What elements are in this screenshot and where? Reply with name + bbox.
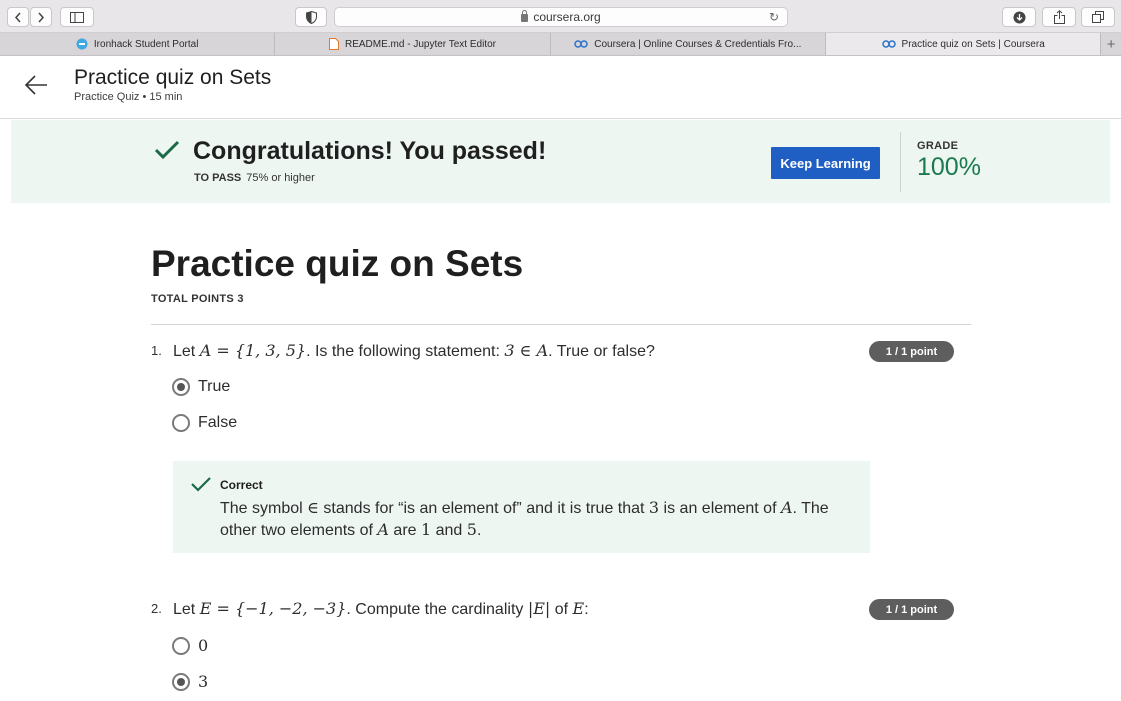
text-fragment: stands for “is an element of” and it is … [318, 500, 649, 517]
radio-selected[interactable] [172, 378, 190, 396]
download-icon [1013, 11, 1025, 23]
tab-practice-quiz[interactable]: Practice quiz on Sets | Coursera [825, 33, 1102, 55]
feedback-title: Correct [220, 478, 263, 492]
pass-banner: Congratulations! You passed! TO PASS 75% … [11, 120, 1110, 203]
text-fragment: Let [173, 343, 200, 360]
math-expression: A [780, 498, 793, 517]
browser-toolbar: coursera.org ↻ [0, 0, 1121, 33]
grade-value: 100% [917, 153, 981, 181]
feedback-text: The symbol ∈ stands for “is an element o… [220, 497, 860, 541]
tabs-icon [1092, 11, 1104, 23]
divider [900, 132, 901, 192]
to-pass-value: 75% or higher [246, 172, 315, 184]
page-title: Practice quiz on Sets [74, 66, 272, 89]
score-badge: 1 / 1 point [869, 341, 954, 362]
math-expression: 5 [466, 520, 477, 539]
back-nav-button[interactable] [7, 7, 29, 27]
ironhack-favicon-icon [76, 38, 88, 50]
arrow-left-icon [24, 75, 47, 95]
text-fragment: is an element of [659, 500, 781, 517]
text-fragment: . [476, 522, 482, 539]
share-icon [1053, 10, 1065, 24]
math-expression: E = {−1, −2, −3} [199, 599, 347, 618]
tab-label: README.md - Jupyter Text Editor [345, 38, 496, 50]
text-fragment: of [550, 601, 573, 618]
pass-message: Congratulations! You passed! [193, 137, 547, 165]
answer-option[interactable]: False [172, 414, 237, 432]
math-expression: A [377, 520, 389, 539]
divider [151, 324, 971, 325]
math-expression: |E| [527, 599, 551, 618]
sidebar-icon [70, 11, 84, 23]
coursera-logo-icon [574, 40, 588, 48]
option-label: True [198, 378, 231, 395]
tab-bar: Ironhack Student Portal README.md - Jupy… [0, 33, 1121, 56]
math-expression: 3 ∈ A [504, 341, 549, 360]
text-fragment: Let [173, 601, 200, 618]
tab-label: Practice quiz on Sets | Coursera [901, 38, 1045, 50]
question-number: 2. [151, 601, 162, 616]
text-fragment: and [431, 522, 467, 539]
sidebar-toggle-button[interactable] [60, 7, 94, 27]
math-expression: ∈ [307, 498, 319, 517]
shield-icon [305, 10, 317, 24]
share-button[interactable] [1042, 7, 1076, 27]
text-fragment: . Is the following statement: [306, 343, 505, 360]
address-bar[interactable]: coursera.org ↻ [334, 7, 788, 27]
chevron-right-icon [38, 12, 45, 22]
page-header: Practice quiz on Sets Practice Quiz • 15… [0, 56, 1121, 119]
option-label: 0 [198, 636, 209, 655]
reload-icon[interactable]: ↻ [769, 10, 779, 24]
tab-label: Ironhack Student Portal [93, 38, 199, 50]
answer-option[interactable]: 3 [172, 672, 208, 691]
tab-ironhack[interactable]: Ironhack Student Portal [0, 33, 276, 55]
radio-unselected[interactable] [172, 414, 190, 432]
back-button[interactable] [24, 74, 48, 101]
chevron-left-icon [14, 12, 21, 22]
privacy-shield-button[interactable] [295, 7, 327, 27]
page-subtitle: Practice Quiz • 15 min [74, 91, 183, 103]
tab-overview-button[interactable] [1081, 7, 1115, 27]
new-tab-button[interactable]: + [1101, 33, 1121, 55]
lock-icon [521, 10, 529, 22]
url-text: coursera.org [533, 10, 601, 24]
score-badge: 1 / 1 point [869, 599, 954, 620]
feedback-box: Correct The symbol ∈ stands for “is an e… [173, 461, 870, 553]
to-pass-label: TO PASS [194, 172, 242, 184]
answer-option[interactable]: True [172, 378, 230, 396]
tab-readme[interactable]: README.md - Jupyter Text Editor [275, 33, 551, 55]
checkmark-icon [154, 140, 180, 165]
option-label: False [198, 414, 238, 431]
keep-learning-button[interactable]: Keep Learning [771, 147, 880, 179]
math-expression: 3 [648, 498, 660, 517]
question-text: Let A = {1, 3, 5}. Is the following stat… [173, 341, 655, 361]
radio-unselected[interactable] [172, 636, 190, 655]
downloads-button[interactable] [1002, 7, 1036, 27]
option-label: 3 [198, 672, 209, 691]
radio-selected[interactable] [172, 672, 190, 691]
text-fragment: . Compute the cardinality [346, 601, 528, 618]
math-expression: E [572, 599, 585, 618]
plus-icon: + [1106, 35, 1116, 53]
tab-label: Coursera | Online Courses & Credentials … [594, 38, 802, 50]
math-expression: 1 [421, 520, 432, 539]
total-points: TOTAL POINTS 3 [151, 293, 244, 305]
forward-nav-button[interactable] [30, 7, 52, 27]
math-expression: A = {1, 3, 5} [199, 341, 307, 360]
text-fragment: : [584, 601, 589, 618]
pass-threshold: TO PASS 75% or higher [194, 172, 315, 184]
question-text: Let E = {−1, −2, −3}. Compute the cardin… [173, 599, 589, 619]
answer-option[interactable]: 0 [172, 636, 208, 655]
text-fragment: . True or false? [548, 343, 655, 360]
tab-coursera-home[interactable]: Coursera | Online Courses & Credentials … [551, 33, 826, 55]
text-fragment: are [388, 522, 421, 539]
text-fragment: The symbol [220, 500, 308, 517]
quiz-title: Practice quiz on Sets [151, 243, 524, 284]
coursera-logo-icon [881, 40, 896, 48]
file-icon [329, 38, 339, 50]
grade-label: GRADE [917, 140, 959, 152]
question-number: 1. [151, 343, 162, 358]
checkmark-icon [190, 476, 212, 498]
